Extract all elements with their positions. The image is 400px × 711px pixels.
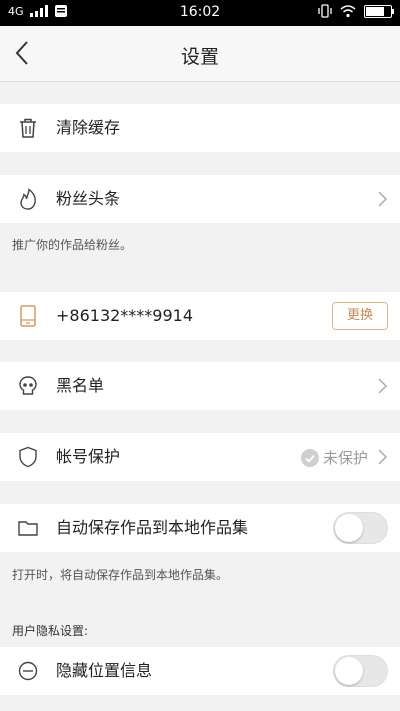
auto-save-note: 打开时，将自动保存作品到本地作品集。 [12, 568, 229, 582]
chevron-right-icon [378, 191, 388, 207]
title-bar: 设置 [0, 26, 400, 82]
clear-cache-label: 清除缓存 [56, 118, 121, 137]
fans-headline-row[interactable]: 粉丝头条 [0, 175, 400, 223]
phone-icon [20, 305, 36, 327]
account-protection-label: 帐号保护 [56, 447, 121, 466]
auto-save-label: 自动保存作品到本地作品集 [56, 518, 249, 537]
chevron-right-icon [378, 378, 388, 394]
chevron-right-icon [378, 449, 388, 465]
folder-icon [18, 521, 38, 536]
vibrate-icon [318, 4, 332, 18]
battery-icon [364, 4, 394, 18]
fans-headline-note: 推广你的作品给粉丝。 [12, 238, 133, 252]
hide-location-row: 隐藏位置信息 [0, 647, 400, 695]
page-title: 设置 [180, 46, 219, 68]
auto-save-row: 自动保存作品到本地作品集 [0, 504, 400, 552]
hide-location-label: 隐藏位置信息 [56, 661, 153, 680]
blacklist-row[interactable]: 黑名单 [0, 362, 400, 410]
hidden-location-icon [18, 661, 38, 681]
check-circle-icon [300, 448, 319, 467]
toggle-knob [335, 657, 363, 685]
trash-icon [20, 118, 36, 138]
fans-headline-label: 粉丝头条 [56, 189, 121, 208]
blacklist-label: 黑名单 [56, 376, 105, 395]
auto-save-toggle[interactable] [333, 512, 388, 544]
phone-row: +86132****9914 更换 [0, 292, 400, 340]
toggle-knob [335, 514, 363, 542]
status-right [318, 4, 394, 18]
status-bar: 4G 16:02 [0, 0, 400, 26]
shield-icon [19, 446, 37, 468]
protection-status-text: 未保护 [322, 449, 368, 467]
flame-icon [20, 188, 36, 210]
account-protection-row[interactable]: 帐号保护 未保护 [0, 433, 400, 481]
privacy-section-title: 用户隐私设置: [12, 624, 89, 638]
clear-cache-row[interactable]: 清除缓存 [0, 104, 400, 152]
phone-number: +86132****9914 [56, 306, 194, 325]
change-phone-button[interactable]: 更换 [332, 302, 388, 330]
protection-status: 未保护 [300, 447, 368, 468]
skull-icon [19, 376, 37, 395]
wifi-icon [340, 4, 356, 17]
hide-location-toggle[interactable] [333, 655, 388, 687]
